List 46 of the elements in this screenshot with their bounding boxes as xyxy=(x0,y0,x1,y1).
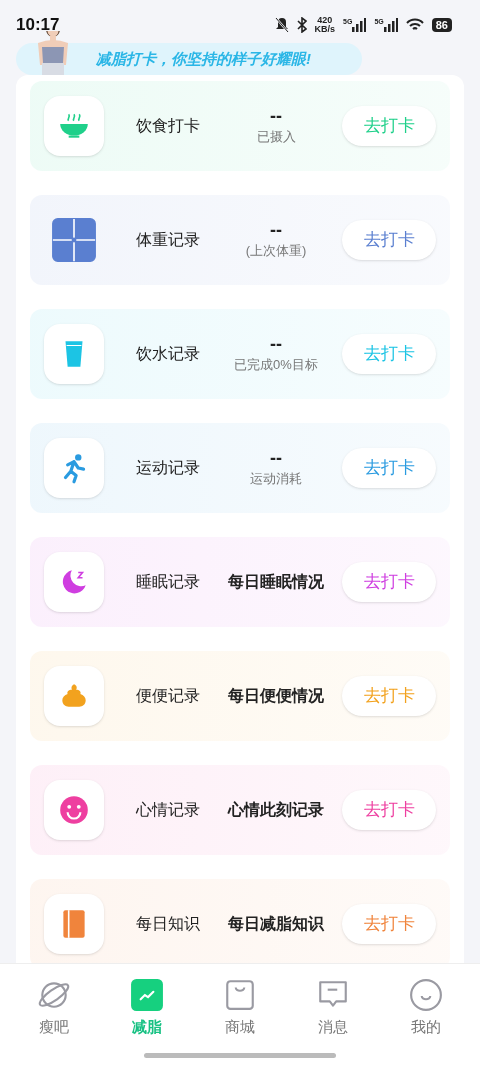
check-in-button[interactable]: 去打卡 xyxy=(342,448,436,488)
banner-text: 减脂打卡，你坚持的样子好耀眼! xyxy=(96,48,311,69)
value-text: -- xyxy=(270,105,282,128)
card-title: 饮水记录 xyxy=(136,344,201,364)
check-in-button[interactable]: 去打卡 xyxy=(342,790,436,830)
card-title: 体重记录 xyxy=(136,230,201,250)
net-speed-unit: KB/s xyxy=(314,24,336,34)
card-title: 睡眠记录 xyxy=(136,572,201,592)
card-title: 心情记录 xyxy=(136,800,201,820)
battery-indicator: 86 xyxy=(431,17,452,32)
signal-icon xyxy=(352,17,367,32)
chart-icon xyxy=(130,978,165,1012)
check-in-button[interactable]: 去打卡 xyxy=(342,106,436,146)
description-text: 心情此刻记录 xyxy=(228,800,324,820)
caption-text: 已完成0%目标 xyxy=(234,356,318,375)
signal-icon xyxy=(383,17,398,32)
net-speed: 420 xyxy=(317,15,333,25)
check-in-button[interactable]: 去打卡 xyxy=(342,220,436,260)
value-text: -- xyxy=(270,447,282,470)
check-in-button[interactable]: 去打卡 xyxy=(342,676,436,716)
bag-icon xyxy=(223,978,257,1012)
value-text: -- xyxy=(270,333,282,356)
mute-bell-icon xyxy=(274,16,289,33)
check-in-button[interactable]: 去打卡 xyxy=(342,334,436,374)
check-in-button[interactable]: 去打卡 xyxy=(342,562,436,602)
description-text: 每日睡眠情况 xyxy=(228,572,324,592)
nav-tab[interactable]: 减脂 xyxy=(112,978,183,1039)
bluetooth-icon xyxy=(296,16,307,33)
card-title: 运动记录 xyxy=(136,458,201,478)
description-text: 每日便便情况 xyxy=(228,686,324,706)
caption-text: 运动消耗 xyxy=(250,470,302,489)
caption-text: 已摄入 xyxy=(256,128,296,147)
nav-tab[interactable]: 商城 xyxy=(205,978,275,1039)
caption-text: (上次体重) xyxy=(245,242,307,261)
nav-tab[interactable]: 我的 xyxy=(390,978,461,1039)
smiley-icon xyxy=(408,978,443,1012)
description-text: 每日减脂知识 xyxy=(228,914,324,934)
wifi-icon xyxy=(405,17,424,32)
card-title: 便便记录 xyxy=(136,686,201,706)
check-in-button[interactable]: 去打卡 xyxy=(342,904,436,944)
nav-tab[interactable]: 瘦吧 xyxy=(19,978,90,1039)
status-time: 10:17 xyxy=(16,13,60,36)
value-text: -- xyxy=(270,219,282,242)
nav-tab[interactable]: 消息 xyxy=(297,978,368,1039)
card-title: 每日知识 xyxy=(136,914,201,934)
card-title: 饮食打卡 xyxy=(136,116,201,136)
